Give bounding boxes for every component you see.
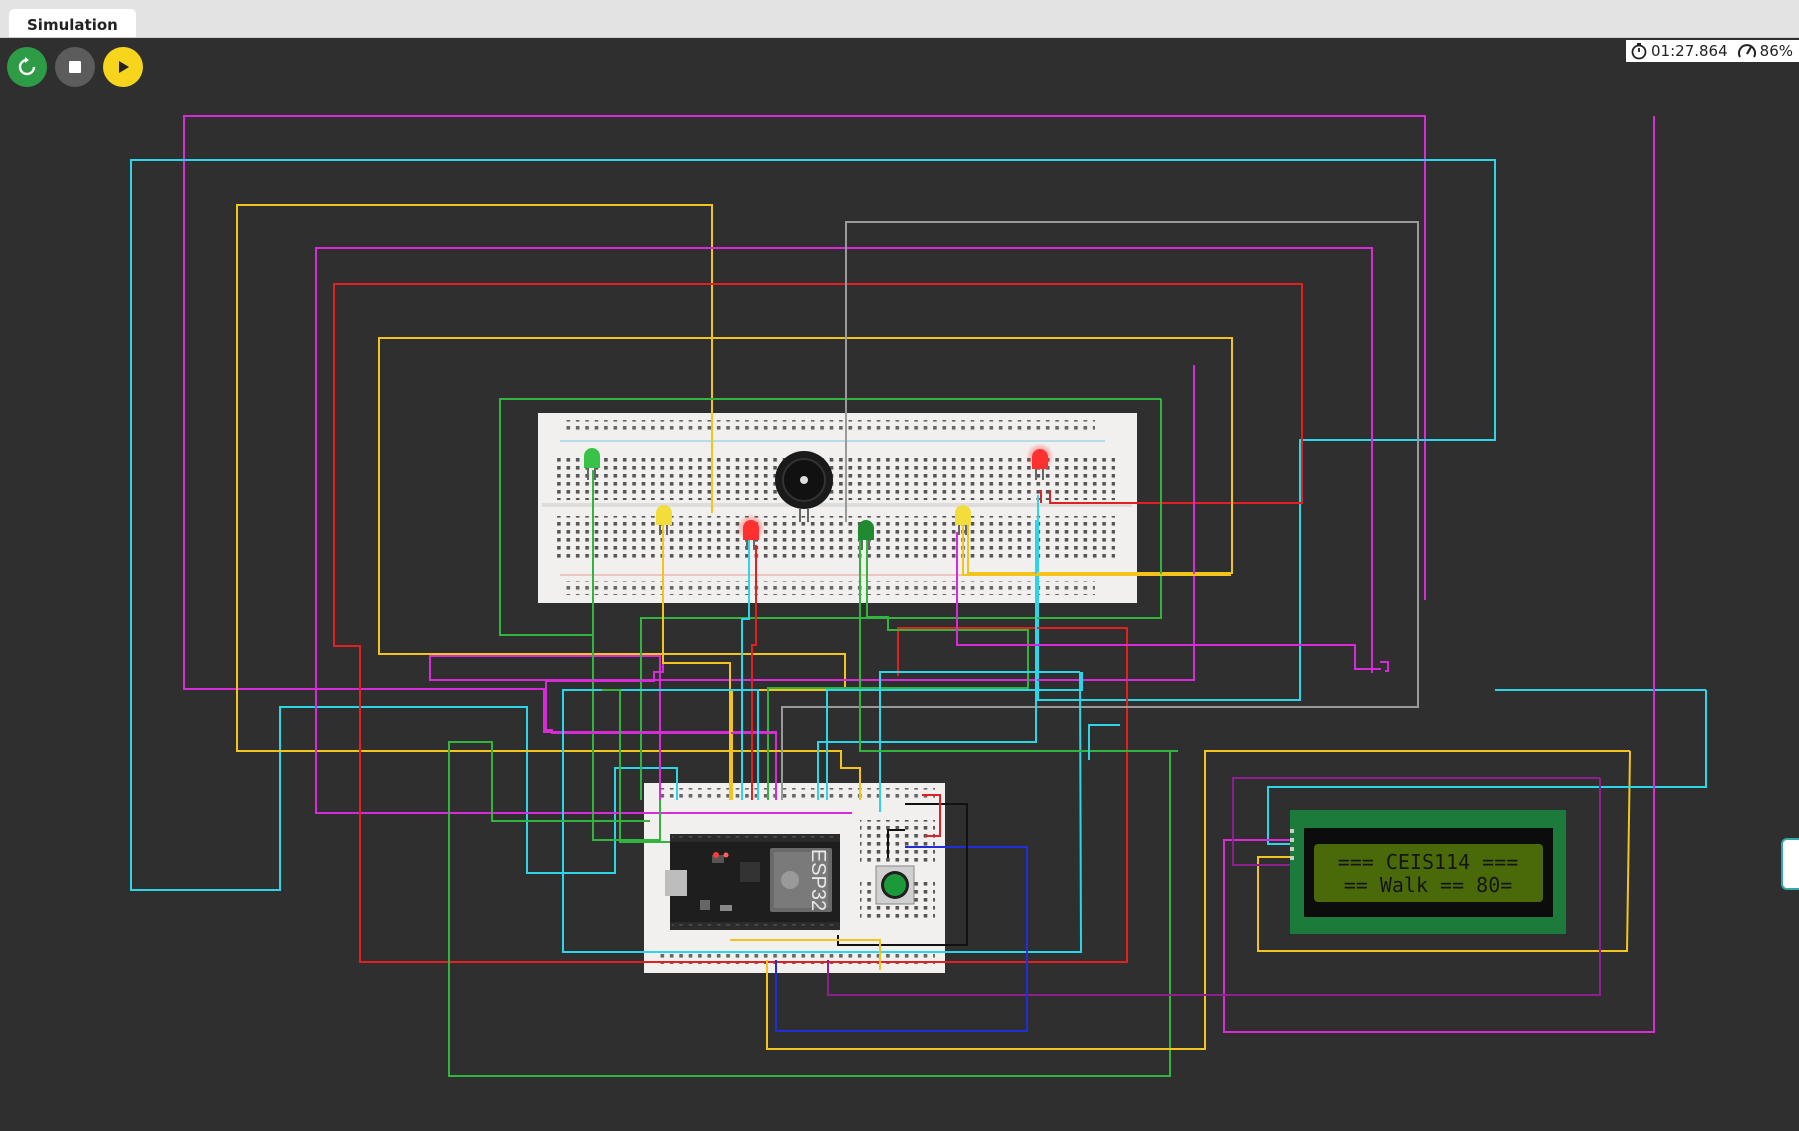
wire-cyan — [826, 672, 1083, 800]
push-button[interactable] — [875, 865, 915, 905]
esp32-board[interactable]: ESP32 — [665, 834, 840, 930]
lcd-line-2: == Walk == 80= — [1344, 873, 1513, 897]
wire-cyan — [1088, 724, 1120, 760]
lcd-line-1: === CEIS114 === — [1338, 850, 1519, 874]
circuit-canvas[interactable]: ESP32 === CEIS114 === == Walk == 80= — [0, 0, 1799, 1131]
lcd-display[interactable]: === CEIS114 === == Walk == 80= — [1290, 810, 1566, 934]
esp32-label: ESP32 — [807, 849, 829, 911]
side-panel-handle[interactable] — [1781, 838, 1799, 890]
wire-magenta — [1380, 661, 1389, 672]
